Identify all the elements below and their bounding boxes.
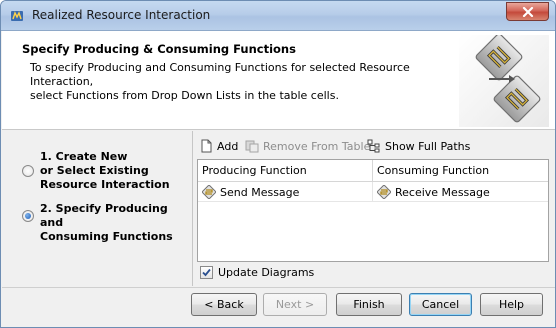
close-icon xyxy=(522,6,533,17)
functions-table: Producing Function Consuming Function Se… xyxy=(197,159,549,262)
cell-producing-function[interactable]: Send Message xyxy=(198,182,373,202)
update-diagrams-option[interactable]: Update Diagrams xyxy=(200,265,314,280)
producing-function-value: Send Message xyxy=(220,185,300,199)
finish-button[interactable]: Finish xyxy=(336,293,402,316)
magicdraw-app-icon xyxy=(11,11,23,21)
header-description: To specify Producing and Consuming Funct… xyxy=(30,61,450,103)
table-toolbar: Add Remove From Table Show Full Paths xyxy=(197,137,549,155)
header-description-line1: To specify Producing and Consuming Funct… xyxy=(30,61,410,88)
add-label: Add xyxy=(217,139,239,153)
cell-consuming-function[interactable]: Receive Message xyxy=(373,182,548,202)
update-diagrams-checkbox[interactable] xyxy=(200,266,213,279)
dialog-window: Realized Resource Interaction Specify Pr… xyxy=(0,0,556,328)
title-bar[interactable]: Realized Resource Interaction xyxy=(1,1,555,31)
wizard-header: Specify Producing & Consuming Functions … xyxy=(2,31,555,130)
back-button[interactable]: < Back xyxy=(191,293,257,316)
consuming-function-value: Receive Message xyxy=(395,185,490,199)
column-header-consuming[interactable]: Consuming Function xyxy=(373,160,548,182)
header-title: Specify Producing & Consuming Functions xyxy=(22,42,296,56)
table-header: Producing Function Consuming Function xyxy=(198,160,548,182)
tree-paths-icon xyxy=(367,139,380,153)
add-button[interactable]: Add xyxy=(199,137,238,155)
function-icon xyxy=(202,185,216,199)
window-title: Realized Resource Interaction xyxy=(32,8,211,22)
step-1-radio[interactable] xyxy=(22,165,34,177)
step-1-line1: 1. Create New xyxy=(40,150,128,163)
next-button[interactable]: Next > xyxy=(263,293,327,316)
step-2-label: 2. Specify Producing and Consuming Funct… xyxy=(40,202,190,244)
step-2-radio[interactable] xyxy=(22,210,34,222)
step-2-line2: Consuming Functions xyxy=(40,230,173,243)
vertical-divider xyxy=(192,131,193,286)
step-1-line2: or Select Existing xyxy=(40,164,149,177)
help-button[interactable]: Help xyxy=(480,293,543,316)
update-diagrams-label: Update Diagrams xyxy=(218,266,315,279)
step-2-line1: 2. Specify Producing and xyxy=(40,202,168,229)
show-paths-label: Show Full Paths xyxy=(385,139,471,153)
wizard-steps: 1. Create New or Select Existing Resourc… xyxy=(14,131,192,286)
remove-label: Remove From Table xyxy=(263,139,371,153)
footer-separator xyxy=(2,287,555,288)
function-exchange-icon xyxy=(459,35,549,127)
remove-from-table-button[interactable]: Remove From Table xyxy=(245,137,370,155)
step-1-label: 1. Create New or Select Existing Resourc… xyxy=(40,150,190,192)
header-description-line2: select Functions from Drop Down Lists in… xyxy=(30,89,339,102)
step-1-line3: Resource Interaction xyxy=(40,178,170,191)
checkmark-icon xyxy=(202,268,211,277)
close-button[interactable] xyxy=(506,2,549,21)
remove-icon xyxy=(245,140,259,153)
function-icon xyxy=(377,185,391,199)
column-header-producing[interactable]: Producing Function xyxy=(198,160,373,182)
show-full-paths-button[interactable]: Show Full Paths xyxy=(367,137,470,155)
cancel-button[interactable]: Cancel xyxy=(409,293,472,316)
table-row: Send Message Receive Message xyxy=(198,182,548,202)
new-document-icon xyxy=(201,139,212,153)
